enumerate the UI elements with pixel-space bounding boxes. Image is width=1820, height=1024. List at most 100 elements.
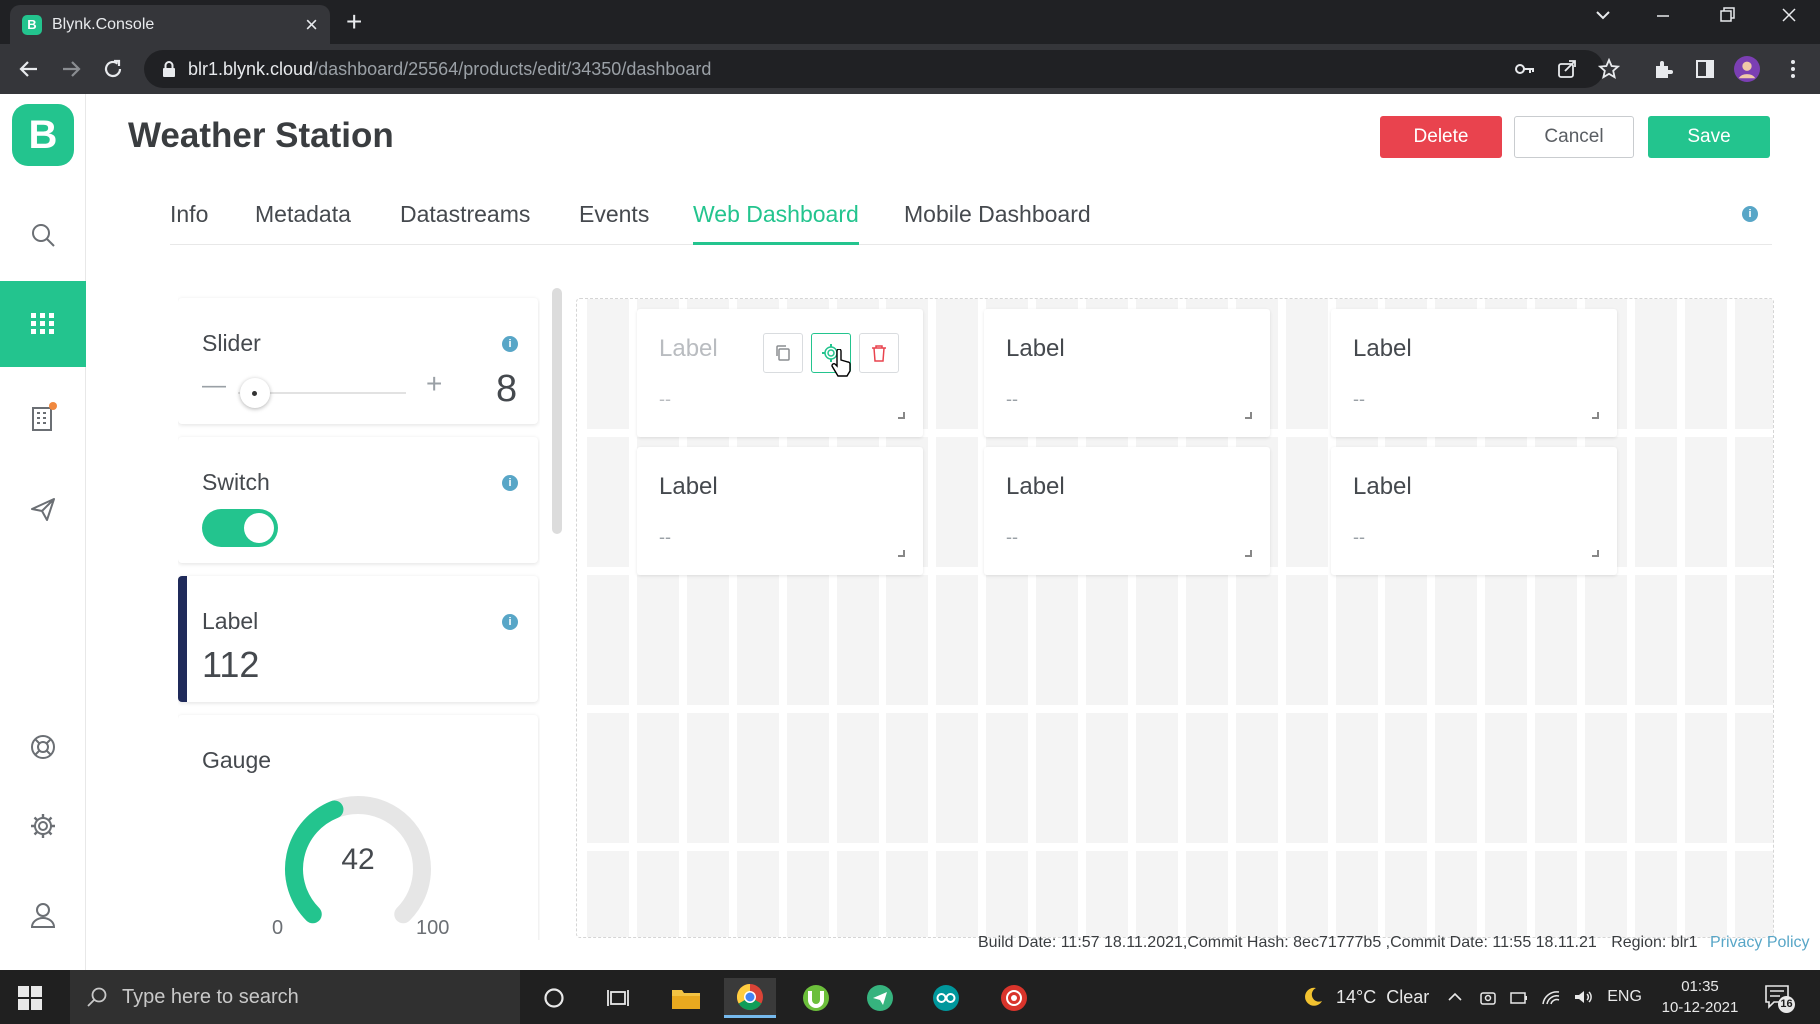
side-panel-icon[interactable]	[1692, 56, 1718, 82]
file-explorer-icon[interactable]	[660, 978, 712, 1018]
dashboard-canvas[interactable]: Label -- Label -- Label -- Label -- Labe…	[576, 298, 1774, 938]
sidebar-item-organizations[interactable]	[0, 374, 86, 460]
resize-handle[interactable]	[898, 550, 905, 557]
widget-box-scrollbar[interactable]	[550, 288, 564, 938]
address-bar[interactable]: blr1.blynk.cloud/dashboard/25564/product…	[144, 50, 1604, 88]
sidebar-item-send[interactable]	[0, 466, 86, 552]
resize-handle[interactable]	[1592, 550, 1599, 557]
sidebar-item-account[interactable]	[0, 872, 86, 958]
widget-switch[interactable]: Switch i	[178, 437, 538, 563]
password-key-icon[interactable]	[1512, 56, 1538, 82]
widget-value: --	[1006, 527, 1018, 547]
privacy-policy-link[interactable]: Privacy Policy	[1710, 934, 1810, 951]
forward-icon[interactable]	[58, 56, 84, 82]
sidebar-item-settings[interactable]	[0, 783, 86, 869]
new-tab-icon[interactable]: +	[346, 8, 362, 36]
delete-widget-button[interactable]	[859, 333, 899, 373]
sidebar-item-search[interactable]	[0, 192, 86, 278]
language-indicator[interactable]: ENG	[1607, 988, 1642, 1006]
recorder-icon[interactable]	[988, 978, 1040, 1018]
tab-mobile-dashboard[interactable]: Mobile Dashboard	[904, 201, 1091, 245]
canvas-label-widget[interactable]: Label --	[637, 309, 923, 437]
volume-icon[interactable]	[1573, 988, 1593, 1006]
duplicate-widget-button[interactable]	[763, 333, 803, 373]
share-icon[interactable]	[1554, 56, 1580, 82]
bookmark-star-icon[interactable]	[1596, 56, 1622, 82]
sidebar-item-dashboard[interactable]	[0, 281, 86, 367]
resize-handle[interactable]	[1245, 550, 1252, 557]
cortana-icon[interactable]	[528, 978, 580, 1018]
utorrent-icon[interactable]	[790, 978, 842, 1018]
resize-handle[interactable]	[1592, 412, 1599, 419]
chrome-taskbar-icon[interactable]	[724, 978, 776, 1018]
resize-handle[interactable]	[898, 412, 905, 419]
weather-text[interactable]: 14°C Clear	[1336, 987, 1429, 1008]
notification-center-icon[interactable]: 16	[1764, 982, 1795, 1013]
canvas-label-widget[interactable]: Label --	[984, 309, 1270, 437]
wifi-icon[interactable]	[1541, 988, 1561, 1006]
widget-gauge[interactable]: Gauge 42 0 100	[178, 715, 538, 940]
grid-column	[1285, 299, 1328, 937]
cancel-button[interactable]: Cancel	[1514, 116, 1634, 158]
meet-now-icon[interactable]	[1479, 988, 1497, 1006]
switch-toggle[interactable]	[202, 509, 278, 547]
chevron-up-icon[interactable]	[1447, 989, 1463, 1005]
slider-thumb[interactable]	[239, 378, 270, 408]
copy-icon	[774, 344, 792, 362]
extensions-icon[interactable]	[1650, 56, 1676, 82]
tab-metadata[interactable]: Metadata	[255, 201, 351, 245]
info-icon[interactable]: i	[502, 336, 518, 352]
slider-minus-button[interactable]: —	[202, 372, 226, 400]
grid-column	[1684, 299, 1727, 937]
back-icon[interactable]	[16, 56, 42, 82]
canvas-label-widget[interactable]: Label --	[1331, 447, 1617, 575]
widget-value: --	[1353, 389, 1365, 409]
blynk-logo[interactable]: B	[12, 104, 74, 166]
canvas-label-widget[interactable]: Label --	[984, 447, 1270, 575]
moon-weather-icon	[1302, 986, 1324, 1008]
close-window-icon[interactable]	[1780, 6, 1798, 24]
delete-button[interactable]: Delete	[1380, 116, 1502, 158]
product-tabs: Info Metadata Datastreams Events Web Das…	[170, 195, 1772, 245]
info-icon[interactable]: i	[1742, 206, 1758, 222]
info-icon[interactable]: i	[502, 614, 518, 630]
tab-title: Blynk.Console	[52, 15, 155, 33]
battery-icon[interactable]	[1509, 988, 1529, 1006]
tab-datastreams[interactable]: Datastreams	[400, 201, 530, 245]
clock[interactable]: 01:35 10-12-2021	[1660, 976, 1740, 1018]
tab-events[interactable]: Events	[579, 201, 649, 245]
task-view-icon[interactable]	[592, 978, 644, 1018]
search-icon	[29, 221, 57, 249]
widget-label[interactable]: Label i 112	[178, 576, 538, 702]
restore-icon[interactable]	[1718, 6, 1736, 24]
resize-handle[interactable]	[1245, 412, 1252, 419]
build-info: Build Date: 11:57 18.11.2021,Commit Hash…	[978, 934, 1597, 951]
arduino-icon[interactable]	[920, 978, 972, 1018]
reload-icon[interactable]	[100, 56, 126, 82]
save-button[interactable]: Save	[1648, 116, 1770, 158]
windows-start-icon[interactable]	[18, 986, 42, 1010]
grid-icon	[29, 310, 57, 338]
canvas-label-widget[interactable]: Label --	[637, 447, 923, 575]
widget-title: Switch	[202, 469, 270, 495]
profile-avatar-icon[interactable]	[1734, 56, 1760, 82]
gauge-max-label: 100	[416, 917, 450, 939]
tab-web-dashboard[interactable]: Web Dashboard	[693, 201, 859, 245]
telegram-style-icon[interactable]	[854, 978, 906, 1018]
taskbar-search[interactable]: Type here to search	[70, 970, 520, 1024]
browser-menu-icon[interactable]	[1780, 56, 1806, 82]
sidebar-item-help[interactable]	[0, 704, 86, 790]
slider-plus-button[interactable]: +	[426, 368, 442, 400]
canvas-label-widget[interactable]: Label --	[1331, 309, 1617, 437]
widget-slider[interactable]: Slider i — + 8	[178, 298, 538, 424]
scrollbar-thumb[interactable]	[552, 288, 562, 534]
close-tab-icon[interactable]: ×	[305, 13, 318, 36]
tab-info[interactable]: Info	[170, 201, 208, 245]
info-icon[interactable]: i	[502, 475, 518, 491]
gauge-value: 42	[341, 843, 375, 876]
minimize-icon[interactable]	[1654, 6, 1672, 24]
tab-search-icon[interactable]	[1594, 6, 1612, 24]
grid-column	[1734, 299, 1773, 937]
grid-column	[1634, 299, 1677, 937]
browser-tab[interactable]: B Blynk.Console ×	[10, 5, 330, 44]
